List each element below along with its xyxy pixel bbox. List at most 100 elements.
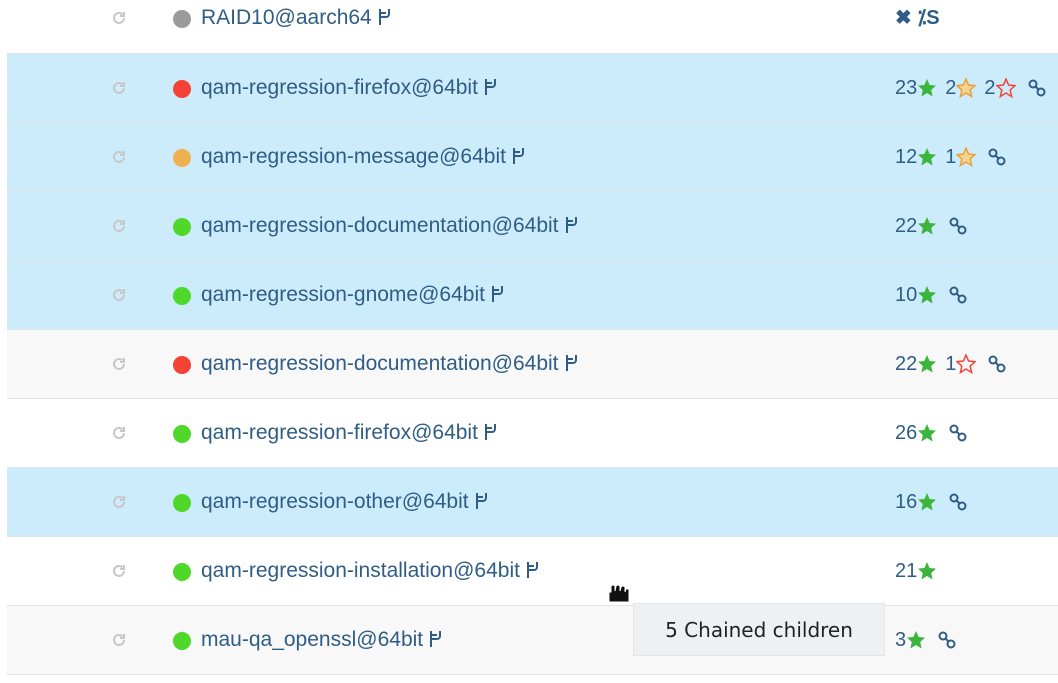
restart-icon[interactable] xyxy=(109,561,129,581)
tooltip-text: 5 Chained children xyxy=(665,617,853,642)
table-row: qam-regression-installation@64bit 21 xyxy=(7,537,1058,606)
branch-icon[interactable] xyxy=(525,561,539,585)
chain-link-icon[interactable] xyxy=(949,424,967,442)
star-icon xyxy=(918,217,937,235)
results-cell: 21 xyxy=(895,559,945,583)
job-name-link[interactable]: mau-qa_openssl@64bit xyxy=(201,628,442,654)
restart-icon[interactable] xyxy=(109,630,129,650)
results-cell: 23 2 2 xyxy=(895,76,1046,100)
results-cell: 22 xyxy=(895,214,967,238)
job-name[interactable]: qam-regression-documentation@64bit xyxy=(201,214,559,237)
status-dot xyxy=(173,632,191,650)
star-icon xyxy=(918,79,937,97)
results-cell: 3 xyxy=(895,628,956,652)
job-name[interactable]: qam-regression-message@64bit xyxy=(201,145,506,168)
results-cell: 16 xyxy=(895,490,967,514)
status-dot xyxy=(173,356,191,374)
results-cell: 26 xyxy=(895,421,967,445)
job-name-link[interactable]: qam-regression-firefox@64bit xyxy=(201,76,497,102)
passed-count[interactable]: 21 xyxy=(895,559,937,583)
chain-link-icon[interactable] xyxy=(988,355,1006,373)
chain-link-icon[interactable] xyxy=(1028,79,1046,97)
branch-icon[interactable] xyxy=(377,8,391,32)
restart-icon[interactable] xyxy=(109,492,129,512)
job-name-link[interactable]: RAID10@aarch64 xyxy=(201,6,391,32)
failed-count[interactable]: 1 xyxy=(945,352,977,376)
results-cell: 12 1 xyxy=(895,145,1006,169)
status-dot xyxy=(173,287,191,305)
job-name[interactable]: mau-qa_openssl@64bit xyxy=(201,628,423,651)
chained-children-tooltip: 5 Chained children xyxy=(633,603,885,656)
star-icon xyxy=(918,148,937,166)
results-cell: ✖ ⁒S xyxy=(895,6,940,30)
passed-count[interactable]: 22 xyxy=(895,352,937,376)
branch-icon[interactable] xyxy=(483,78,497,102)
chain-link-icon[interactable] xyxy=(949,493,967,511)
job-name-link[interactable]: qam-regression-firefox@64bit xyxy=(201,421,497,447)
job-name-link[interactable]: qam-regression-other@64bit xyxy=(201,490,488,516)
table-row: qam-regression-firefox@64bit 23 2 2 xyxy=(7,54,1058,123)
restart-icon[interactable] xyxy=(109,8,129,28)
star-icon xyxy=(918,424,937,442)
passed-count[interactable]: 22 xyxy=(895,214,937,238)
star-icon xyxy=(918,355,937,373)
job-name-link[interactable]: qam-regression-gnome@64bit xyxy=(201,283,504,309)
star-icon xyxy=(956,78,977,98)
status-dot xyxy=(173,218,191,236)
job-name[interactable]: qam-regression-documentation@64bit xyxy=(201,352,559,375)
job-name-link[interactable]: qam-regression-documentation@64bit xyxy=(201,214,578,240)
job-name[interactable]: qam-regression-gnome@64bit xyxy=(201,283,485,306)
results-cell: 22 1 xyxy=(895,352,1006,376)
job-name-link[interactable]: qam-regression-message@64bit xyxy=(201,145,525,171)
restart-icon[interactable] xyxy=(109,147,129,167)
job-name[interactable]: qam-regression-other@64bit xyxy=(201,490,469,513)
branch-icon[interactable] xyxy=(564,216,578,240)
chain-link-icon[interactable] xyxy=(988,148,1006,166)
star-icon xyxy=(918,286,937,304)
job-name-link[interactable]: qam-regression-installation@64bit xyxy=(201,559,539,585)
star-icon xyxy=(956,354,977,374)
job-name[interactable]: qam-regression-firefox@64bit xyxy=(201,76,478,99)
failed-count[interactable]: 2 xyxy=(984,76,1016,100)
branch-icon[interactable] xyxy=(564,354,578,378)
star-icon xyxy=(995,78,1016,98)
job-name[interactable]: qam-regression-installation@64bit xyxy=(201,559,520,582)
status-dot xyxy=(173,10,191,28)
restart-icon[interactable] xyxy=(109,423,129,443)
branch-icon[interactable] xyxy=(490,285,504,309)
hand-cursor-icon xyxy=(603,582,633,609)
passed-count[interactable]: 3 xyxy=(895,628,926,652)
table-row: qam-regression-firefox@64bit 26 xyxy=(7,399,1058,468)
restart-icon[interactable] xyxy=(109,285,129,305)
restart-icon[interactable] xyxy=(109,216,129,236)
branch-icon[interactable] xyxy=(483,423,497,447)
results-cell: 10 xyxy=(895,283,967,307)
table-row: RAID10@aarch64 ✖ ⁒S xyxy=(7,0,1058,54)
restart-icon[interactable] xyxy=(109,78,129,98)
table-row: qam-regression-documentation@64bit 22 1 xyxy=(7,330,1058,399)
chain-link-icon[interactable] xyxy=(949,286,967,304)
star-icon xyxy=(907,631,926,649)
branch-icon[interactable] xyxy=(511,147,525,171)
job-name-link[interactable]: qam-regression-documentation@64bit xyxy=(201,352,578,378)
star-icon xyxy=(956,147,977,167)
branch-icon[interactable] xyxy=(428,630,442,654)
status-dot xyxy=(173,149,191,167)
passed-count[interactable]: 10 xyxy=(895,283,937,307)
chain-link-icon[interactable] xyxy=(938,631,956,649)
passed-count[interactable]: 12 xyxy=(895,145,937,169)
softfailed-count[interactable]: 1 xyxy=(945,145,977,169)
chain-link-icon[interactable] xyxy=(949,217,967,235)
job-name[interactable]: RAID10@aarch64 xyxy=(201,6,372,29)
passed-count[interactable]: 16 xyxy=(895,490,937,514)
branch-icon[interactable] xyxy=(474,492,488,516)
status-dot xyxy=(173,425,191,443)
job-name[interactable]: qam-regression-firefox@64bit xyxy=(201,421,478,444)
softfailed-count[interactable]: 2 xyxy=(945,76,977,100)
passed-count[interactable]: 23 xyxy=(895,76,937,100)
table-row: qam-regression-documentation@64bit 22 xyxy=(7,192,1058,261)
table-row: mau-qa_openssl@64bit 3 xyxy=(7,606,1058,675)
restart-icon[interactable] xyxy=(109,354,129,374)
results-text: ✖ ⁒S xyxy=(895,7,940,29)
passed-count[interactable]: 26 xyxy=(895,421,937,445)
